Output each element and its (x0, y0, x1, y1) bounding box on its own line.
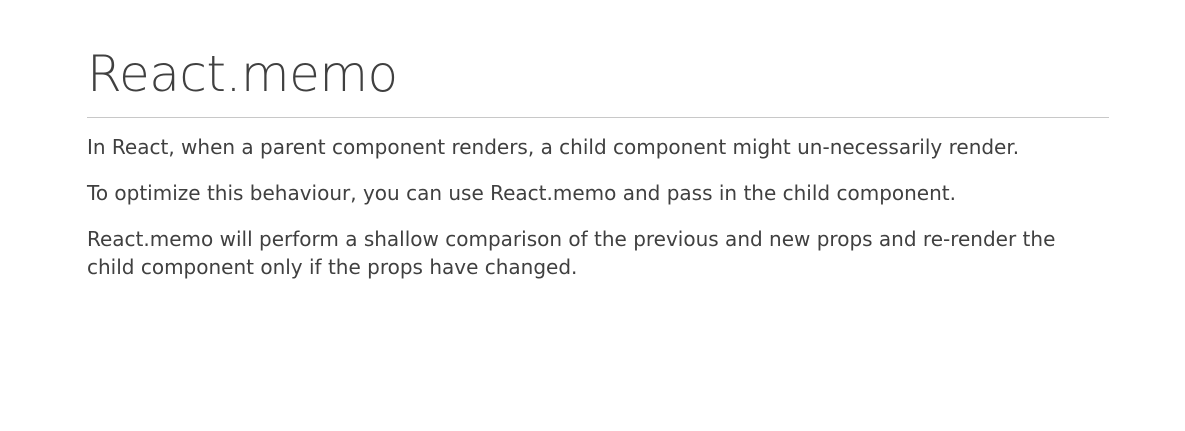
body-paragraph-2: To optimize this behaviour, you can use … (87, 181, 956, 205)
slide: React.memo In React, when a parent compo… (0, 0, 1185, 431)
title-divider (87, 117, 1109, 118)
body-paragraph-1: In React, when a parent component render… (87, 135, 1020, 159)
slide-body: In React, when a parent component render… (87, 133, 1097, 299)
body-paragraph-3: React.memo will perform a shallow compar… (87, 227, 1056, 279)
slide-title: React.memo (87, 45, 398, 103)
